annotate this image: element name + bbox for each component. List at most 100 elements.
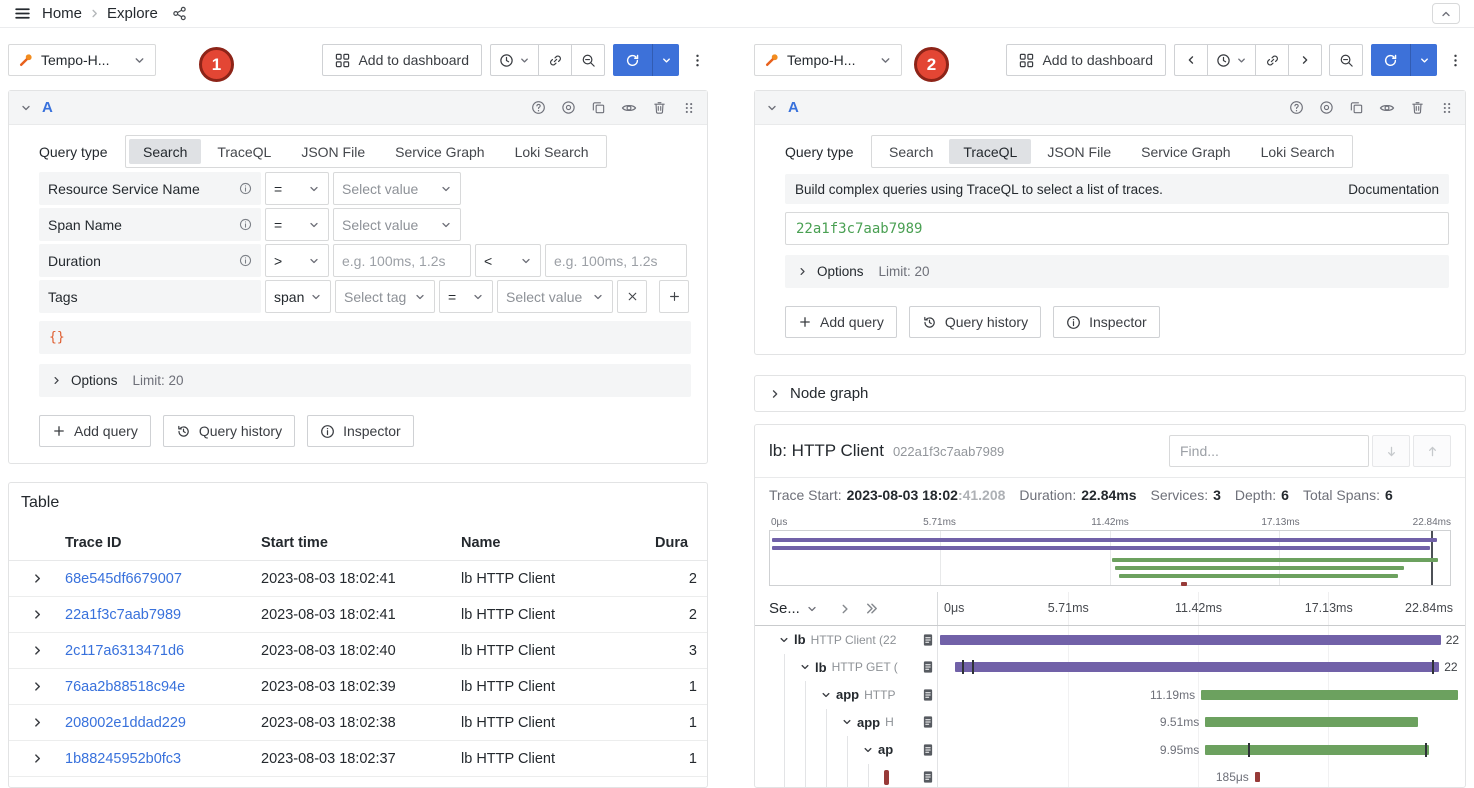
- drag-handle-icon[interactable]: [1440, 101, 1454, 115]
- chevron-down-icon[interactable]: [20, 102, 32, 114]
- span-row[interactable]: lb HTTP GET ( 22: [769, 654, 1459, 682]
- span-bar-cell[interactable]: 22: [937, 626, 1459, 654]
- service-name-value-select[interactable]: Select value: [333, 172, 461, 205]
- run-query-refresh-icon[interactable]: [613, 44, 653, 76]
- inspector-button[interactable]: Inspector: [1053, 306, 1160, 338]
- time-shift-back-icon[interactable]: [1174, 44, 1208, 76]
- span-row[interactable]: ap 9.95ms: [769, 736, 1459, 764]
- zoom-out-icon[interactable]: [571, 44, 605, 76]
- options-collapse-row[interactable]: Options Limit: 20: [785, 255, 1449, 288]
- eye-icon[interactable]: [1379, 100, 1395, 116]
- add-query-button[interactable]: Add query: [785, 306, 897, 338]
- collapse-topbar-button[interactable]: [1432, 3, 1460, 24]
- breadcrumb-home[interactable]: Home: [42, 5, 82, 22]
- row-expander-icon[interactable]: [9, 752, 65, 765]
- permalink-icon[interactable]: [1255, 44, 1289, 76]
- row-expander-icon[interactable]: [9, 644, 65, 657]
- time-picker-button[interactable]: [1207, 44, 1256, 76]
- tab-loki-search[interactable]: Loki Search: [1247, 139, 1349, 164]
- copy-query-icon[interactable]: [1349, 100, 1364, 115]
- table-row[interactable]: 76aa2b88518c94e 2023-08-03 18:02:39 lb H…: [9, 669, 707, 705]
- query-history-button[interactable]: Query history: [163, 415, 295, 447]
- menu-toggle-icon[interactable]: [14, 5, 31, 22]
- add-query-button[interactable]: Add query: [39, 415, 151, 447]
- span-name-value-select[interactable]: Select value: [333, 208, 461, 241]
- chevron-down-icon[interactable]: [766, 102, 778, 114]
- add-to-dashboard-button[interactable]: Add to dashboard: [322, 44, 482, 76]
- tag-operator-select[interactable]: =: [439, 280, 493, 313]
- duration-min-input[interactable]: [333, 244, 471, 277]
- column-header-start-time[interactable]: Start time: [261, 535, 461, 551]
- tab-search[interactable]: Search: [129, 139, 201, 164]
- span-bar-cell[interactable]: 185μs: [937, 764, 1459, 788]
- add-tag-icon[interactable]: [659, 280, 689, 313]
- trash-icon[interactable]: [652, 100, 667, 115]
- run-query-refresh-icon[interactable]: [1371, 44, 1411, 76]
- tab-traceql[interactable]: TraceQL: [203, 139, 285, 164]
- span-logs-icon[interactable]: [922, 660, 934, 674]
- tab-json-file[interactable]: JSON File: [287, 139, 379, 164]
- tag-name-select[interactable]: Select tag: [335, 280, 435, 313]
- span-logs-icon[interactable]: [922, 715, 934, 729]
- kebab-menu-icon[interactable]: [1445, 53, 1466, 68]
- run-query-caret-button[interactable]: [1411, 44, 1437, 76]
- datasource-picker[interactable]: Tempo-H...: [754, 44, 902, 76]
- row-expander-icon[interactable]: [9, 572, 65, 585]
- tab-service-graph[interactable]: Service Graph: [1127, 139, 1244, 164]
- add-to-dashboard-button[interactable]: Add to dashboard: [1006, 44, 1166, 76]
- disable-query-icon[interactable]: [1319, 100, 1334, 115]
- tag-value-select[interactable]: Select value: [497, 280, 613, 313]
- help-icon[interactable]: [1289, 100, 1304, 115]
- span-logs-icon[interactable]: [922, 688, 934, 702]
- service-operation-column-header[interactable]: Se...: [769, 600, 800, 617]
- trace-id-link[interactable]: 68e545df6679007: [65, 571, 261, 587]
- prev-match-icon[interactable]: [1413, 435, 1451, 467]
- query-row-header[interactable]: A: [9, 91, 707, 125]
- chevron-down-icon[interactable]: [806, 603, 818, 615]
- kebab-menu-icon[interactable]: [687, 53, 708, 68]
- trace-id-link[interactable]: 1b88245952b0fc3: [65, 751, 261, 767]
- tab-loki-search[interactable]: Loki Search: [501, 139, 603, 164]
- trace-id-link[interactable]: 208002e1ddad229: [65, 715, 261, 731]
- breadcrumb-explore[interactable]: Explore: [107, 5, 158, 22]
- trace-id-link[interactable]: 2c117a6313471d6: [65, 643, 261, 659]
- tab-search[interactable]: Search: [875, 139, 947, 164]
- span-logs-icon[interactable]: [922, 770, 934, 784]
- time-shift-forward-icon[interactable]: [1288, 44, 1322, 76]
- trace-id-link[interactable]: 22a1f3c7aab7989: [65, 607, 261, 623]
- inspector-button[interactable]: Inspector: [307, 415, 414, 447]
- eye-icon[interactable]: [621, 100, 637, 116]
- span-row[interactable]: 185μs: [769, 764, 1459, 788]
- span-bar-cell[interactable]: 22: [937, 654, 1459, 682]
- collapse-one-icon[interactable]: [838, 602, 852, 616]
- node-graph-panel[interactable]: Node graph: [754, 375, 1466, 412]
- query-history-button[interactable]: Query history: [909, 306, 1041, 338]
- table-row[interactable]: 6faf2d48eb45e59 2023-08-03 18:02:37 lb H…: [9, 777, 707, 787]
- table-row[interactable]: 1b88245952b0fc3 2023-08-03 18:02:37 lb H…: [9, 741, 707, 777]
- span-row[interactable]: lb HTTP Client (22 22: [769, 626, 1459, 654]
- trace-id-link[interactable]: 76aa2b88518c94e: [65, 679, 261, 695]
- span-bar-cell[interactable]: 9.51ms: [937, 709, 1459, 737]
- documentation-link[interactable]: Documentation: [1348, 182, 1439, 197]
- copy-query-icon[interactable]: [591, 100, 606, 115]
- remove-tag-icon[interactable]: [617, 280, 647, 313]
- span-bar-cell[interactable]: 9.95ms: [937, 736, 1459, 764]
- traceql-query-input[interactable]: 22a1f3c7aab7989: [785, 212, 1449, 245]
- disable-query-icon[interactable]: [561, 100, 576, 115]
- collapse-all-icon[interactable]: [864, 601, 879, 616]
- help-icon[interactable]: [531, 100, 546, 115]
- chevron-down-icon[interactable]: [800, 662, 810, 672]
- table-row[interactable]: 68e545df6679007 2023-08-03 18:02:41 lb H…: [9, 561, 707, 597]
- chevron-down-icon[interactable]: [863, 745, 873, 755]
- trace-id-link[interactable]: 6faf2d48eb45e59: [65, 787, 261, 788]
- span-logs-icon[interactable]: [922, 633, 934, 647]
- duration-max-operator-select[interactable]: <: [475, 244, 541, 277]
- permalink-icon[interactable]: [538, 44, 572, 76]
- chevron-down-icon[interactable]: [821, 690, 831, 700]
- row-expander-icon[interactable]: [9, 716, 65, 729]
- datasource-picker[interactable]: Tempo-H...: [8, 44, 156, 76]
- minimap-canvas[interactable]: [769, 530, 1451, 586]
- tab-service-graph[interactable]: Service Graph: [381, 139, 498, 164]
- table-row[interactable]: 22a1f3c7aab7989 2023-08-03 18:02:41 lb H…: [9, 597, 707, 633]
- span-name-operator-select[interactable]: =: [265, 208, 329, 241]
